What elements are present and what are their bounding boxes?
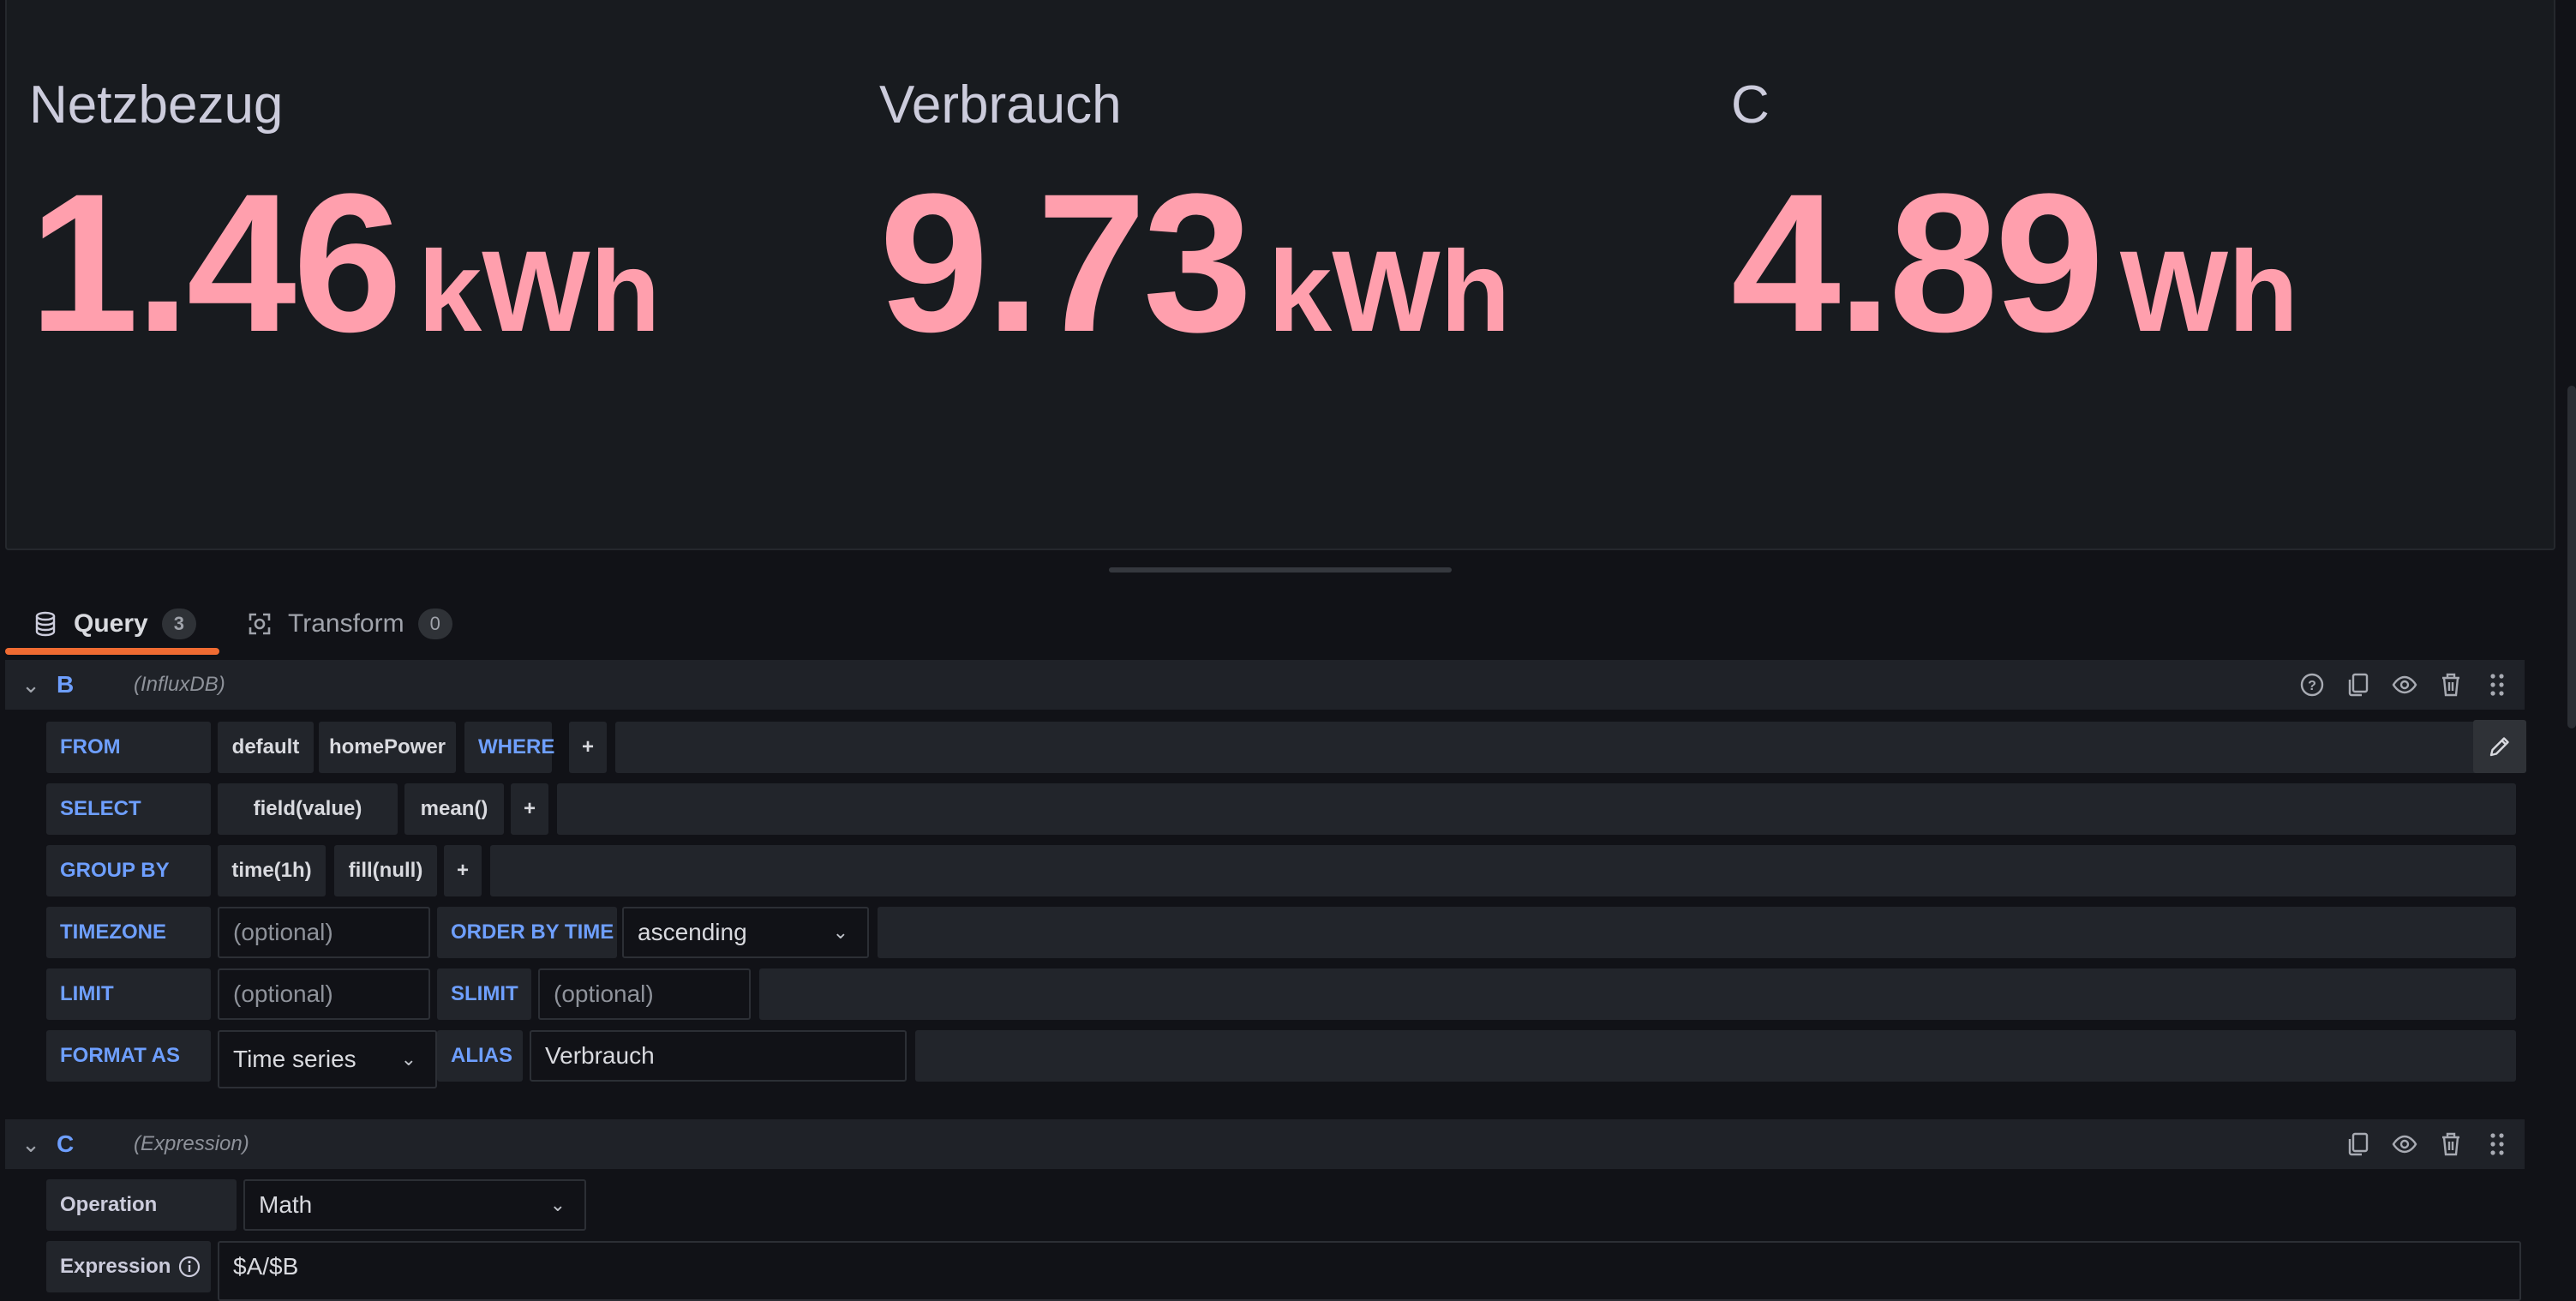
query-datasource: (Expression) [134,1132,249,1155]
eye-icon[interactable] [2391,1130,2418,1158]
format-as-keyword: FORMAT AS [46,1030,211,1082]
stat-number: 1.46 [29,153,403,373]
collapse-chevron-icon[interactable]: ⌄ [5,1131,57,1158]
tab-transform-count: 0 [417,609,452,639]
aggregation-segment[interactable]: mean() [404,783,504,835]
stat-panel: Netzbezug 1.46 kWh Verbrauch 9.73 kWh C 4.… [5,0,2555,550]
panel-resize-handle[interactable] [1109,567,1452,573]
stat-value: 4.89 Wh [1731,165,2298,362]
pencil-icon [2489,737,2509,757]
help-icon[interactable]: ? [2298,671,2326,698]
stat-title: Verbrauch [879,75,1122,135]
limit-input[interactable]: (optional) [218,968,430,1020]
chevron-down-icon: ⌄ [549,1194,566,1215]
measurement-segment[interactable]: homePower [319,722,456,773]
stat-netzbezug: Netzbezug 1.46 kWh [29,75,661,362]
alias-input[interactable]: Verbrauch [530,1030,907,1082]
add-where-button[interactable]: + [569,722,607,773]
operation-value: Math [259,1191,313,1218]
trash-icon[interactable] [2437,671,2465,698]
row-filler [878,907,2516,958]
trash-icon[interactable] [2437,1130,2465,1158]
tab-query-count: 3 [161,609,196,639]
query-actions: ? [2298,660,2511,710]
retention-policy-segment[interactable]: default [218,722,314,773]
slimit-label: SLIMIT [437,968,531,1020]
format-as-select[interactable]: Time series ⌄ [218,1030,437,1088]
query-b-header[interactable]: ⌄ B (InfluxDB) ? [5,660,2525,710]
from-keyword: FROM [46,722,211,773]
query-datasource: (InfluxDB) [134,673,225,696]
drag-handle-icon[interactable] [2483,671,2511,698]
row-filler [615,722,2516,773]
query-tabs: Query 3 Transform 0 [5,595,519,656]
expression-label-cell: Expression [46,1241,211,1292]
time-interval-segment[interactable]: time(1h) [218,845,326,896]
timezone-keyword: TIMEZONE [46,907,211,958]
row-filler [557,783,2516,835]
select-keyword: SELECT [46,783,211,835]
order-by-value: ascending [638,919,747,945]
eye-icon[interactable] [2391,671,2418,698]
fill-segment[interactable]: fill(null) [334,845,437,896]
query-ref-id[interactable]: B [57,671,134,698]
stat-unit: Wh [2119,228,2298,356]
slimit-input[interactable]: (optional) [538,968,751,1020]
where-keyword: WHERE [464,722,554,773]
stat-title: C [1731,75,1770,135]
collapse-chevron-icon[interactable]: ⌄ [5,672,57,698]
tab-transform[interactable]: Transform 0 [247,595,452,653]
operation-label: Operation [46,1179,237,1231]
query-c-header[interactable]: ⌄ C (Expression) [5,1119,2525,1169]
scrollbar[interactable] [2567,386,2576,728]
stat-value: 9.73 kWh [879,165,1511,362]
expression-label: Expression [60,1255,171,1278]
order-by-time-label: ORDER BY TIME [437,907,617,958]
query-ref-id[interactable]: C [57,1130,134,1158]
row-filler [490,845,2516,896]
timezone-input[interactable]: (optional) [218,907,430,958]
field-segment[interactable]: field(value) [218,783,398,835]
format-as-value: Time series [233,1046,356,1072]
group-by-keyword: GROUP BY [46,845,211,896]
row-filler [759,968,2516,1020]
add-group-by-button[interactable]: + [444,845,482,896]
alias-label: ALIAS [437,1030,523,1082]
transform-icon [249,613,271,635]
limit-keyword: LIMIT [46,968,211,1020]
stat-title: Netzbezug [29,75,284,135]
stat-verbrauch: Verbrauch 9.73 kWh [879,75,1511,362]
add-select-button[interactable]: + [511,783,548,835]
drag-handle-icon[interactable] [2483,1130,2511,1158]
tab-query[interactable]: Query 3 [34,595,196,653]
active-tab-indicator [5,648,219,655]
stat-number: 9.73 [879,153,1253,373]
stat-unit: kWh [417,228,661,356]
row-filler [915,1030,2516,1082]
operation-select[interactable]: Math ⌄ [243,1179,586,1231]
stat-number: 4.89 [1731,153,2105,373]
stat-c: C 4.89 Wh [1731,75,2298,362]
chevron-down-icon: ⌄ [832,921,848,943]
edit-query-button[interactable] [2473,720,2526,773]
stat-unit: kWh [1267,228,1511,356]
database-icon [35,611,56,637]
svg-text:?: ? [2308,679,2316,693]
duplicate-icon[interactable] [2345,671,2372,698]
tab-transform-label: Transform [288,609,404,638]
order-by-select[interactable]: ascending ⌄ [622,907,869,958]
tab-query-label: Query [74,609,148,638]
info-icon[interactable] [177,1255,201,1279]
chevron-down-icon: ⌄ [400,1048,416,1070]
duplicate-icon[interactable] [2345,1130,2372,1158]
query-actions [2345,1119,2511,1169]
stat-value: 1.46 kWh [29,165,661,362]
